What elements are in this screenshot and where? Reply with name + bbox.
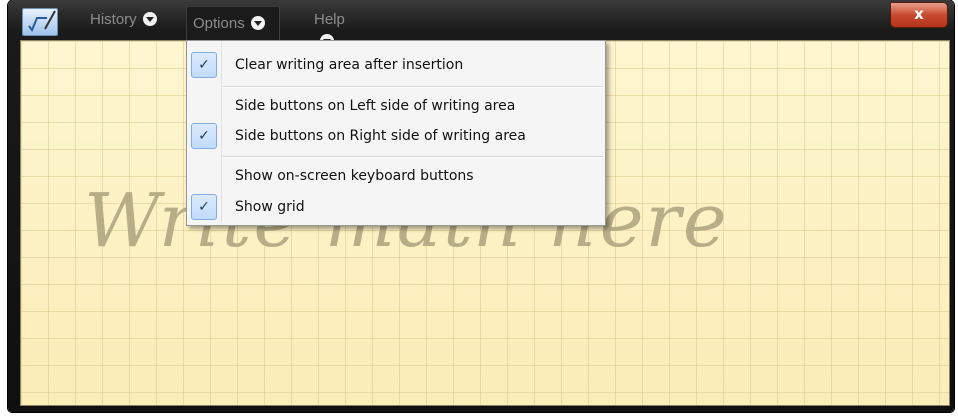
title-bar: History Options Help x (8, 0, 954, 48)
checkmark-icon: ✓ (191, 52, 217, 78)
menu-help[interactable]: Help (308, 9, 368, 48)
math-input-app-icon[interactable] (22, 8, 58, 36)
menu-item-label: Side buttons on Right side of writing ar… (235, 128, 526, 144)
menu-item-show-grid[interactable]: ✓ Show grid (189, 193, 603, 221)
menu-separator (223, 86, 603, 88)
menu-item-label: Side buttons on Left side of writing are… (235, 98, 516, 114)
chevron-down-icon (250, 16, 265, 30)
menu-history[interactable]: History (84, 9, 170, 31)
chevron-down-icon (142, 12, 157, 26)
menu-item-label: Clear writing area after insertion (235, 57, 464, 73)
menu-item-show-keyboard-buttons[interactable]: Show on-screen keyboard buttons (189, 162, 603, 190)
menu-item-clear-after-insertion[interactable]: ✓ Clear writing area after insertion (189, 51, 603, 79)
options-dropdown-menu: ✓ Clear writing area after insertion Sid… (186, 40, 606, 226)
menu-item-side-buttons-left[interactable]: Side buttons on Left side of writing are… (189, 92, 603, 120)
menu-history-label: History (90, 11, 137, 28)
menu-options[interactable]: Options (186, 6, 280, 40)
menu-item-label: Show on-screen keyboard buttons (235, 168, 474, 184)
checkmark-icon: ✓ (191, 123, 217, 149)
menu-options-label: Options (193, 15, 245, 32)
menu-help-label: Help (314, 11, 345, 28)
menu-separator (223, 156, 603, 158)
close-button[interactable]: x (890, 2, 948, 28)
menu-item-side-buttons-right[interactable]: ✓ Side buttons on Right side of writing … (189, 122, 603, 150)
menu-item-label: Show grid (235, 199, 305, 215)
checkmark-icon: ✓ (191, 194, 217, 220)
close-icon: x (914, 5, 924, 23)
